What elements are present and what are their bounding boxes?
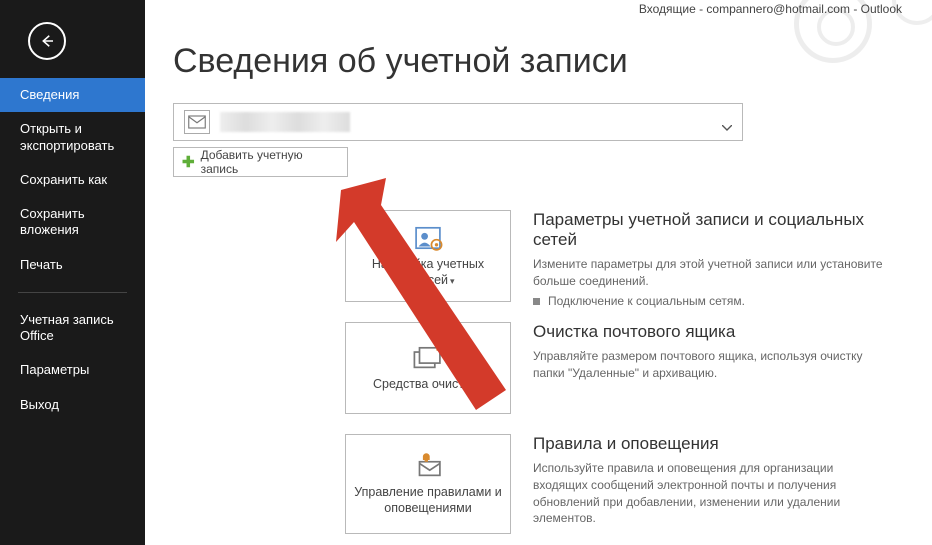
backstage-sidebar: Сведения Открыть и экспортировать Сохран… (0, 0, 145, 545)
sidebar-item-label: Печать (20, 257, 63, 272)
account-settings-icon (411, 223, 445, 253)
rules-section-title: Правила и оповещения (533, 434, 885, 454)
add-account-button[interactable]: ✚ Добавить учетную запись (173, 147, 348, 177)
mail-account-icon (184, 110, 210, 134)
sidebar-item-label: Учетная запись Office (20, 312, 114, 343)
sidebar-item-label: Выход (20, 397, 59, 412)
arrow-left-icon (38, 32, 56, 50)
sidebar-divider (18, 292, 127, 293)
plus-icon: ✚ (182, 155, 195, 170)
chevron-down-icon: ▾ (478, 380, 483, 390)
account-selector[interactable] (173, 103, 743, 141)
social-connect-link[interactable]: Подключение к социальным сетям. (533, 294, 885, 308)
sidebar-item-label: Сведения (20, 87, 79, 102)
cleanup-section-desc: Управляйте размером почтового ящика, исп… (533, 348, 885, 382)
account-email-redacted (220, 112, 350, 132)
cleanup-section-title: Очистка почтового ящика (533, 322, 885, 342)
rules-alerts-tile[interactable]: Управление правилами и оповещениями (345, 434, 511, 534)
account-section-title: Параметры учетной записи и социальных се… (533, 210, 885, 250)
sidebar-item-label: Сохранить как (20, 172, 107, 187)
sidebar-item-label: Открыть и экспортировать (20, 121, 114, 152)
account-section-desc: Измените параметры для этой учетной запи… (533, 256, 885, 290)
sidebar-item-label: Сохранить вложения (20, 206, 85, 237)
sidebar-item-save-attachments[interactable]: Сохранить вложения (0, 197, 145, 248)
chevron-down-icon: ▾ (450, 276, 455, 286)
tile-label: Управление правилами и оповещениями (354, 485, 502, 515)
back-button[interactable] (28, 22, 66, 60)
sidebar-item-label: Параметры (20, 362, 89, 377)
chevron-down-icon (722, 118, 732, 136)
rules-section-desc: Используйте правила и оповещения для орг… (533, 460, 885, 527)
cleanup-tools-tile[interactable]: Средства очистки▾ (345, 322, 511, 414)
sidebar-item-office-account[interactable]: Учетная запись Office (0, 303, 145, 354)
sidebar-item-exit[interactable]: Выход (0, 388, 145, 422)
main-panel: Сведения об учетной записи ✚ Добавить уч… (145, 0, 932, 545)
rules-icon (411, 451, 445, 481)
page-title: Сведения об учетной записи (173, 42, 902, 81)
sidebar-item-info[interactable]: Сведения (0, 78, 145, 112)
add-account-label: Добавить учетную запись (201, 148, 339, 176)
sidebar-item-open-export[interactable]: Открыть и экспортировать (0, 112, 145, 163)
account-settings-tile[interactable]: Настройка учетных записей▾ (345, 210, 511, 302)
tile-label: Настройка учетных записей (372, 257, 484, 287)
cleanup-icon (411, 343, 445, 373)
sidebar-item-save-as[interactable]: Сохранить как (0, 163, 145, 197)
bullet-icon (533, 298, 540, 305)
sidebar-item-print[interactable]: Печать (0, 248, 145, 282)
bullet-label: Подключение к социальным сетям. (548, 294, 745, 308)
tile-label: Средства очистки (373, 377, 476, 391)
sidebar-item-options[interactable]: Параметры (0, 353, 145, 387)
